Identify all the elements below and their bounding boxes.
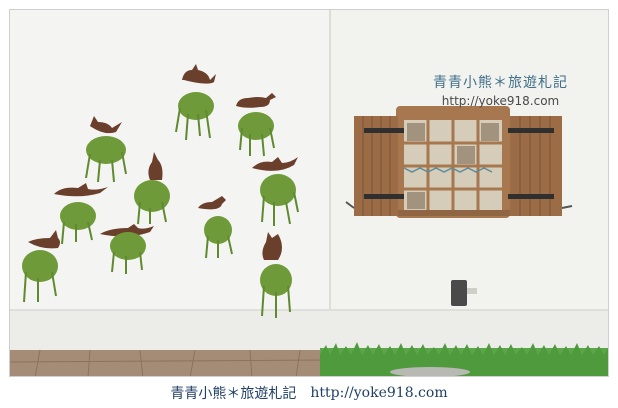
watermark-title: 青青小熊＊旅遊札記 xyxy=(433,75,568,91)
photo-frame: 青青小熊＊旅遊札記 http://yoke918.com 青青小熊＊旅遊札記 h… xyxy=(0,0,618,408)
footer-title: 青青小熊＊旅遊札記 xyxy=(170,386,297,402)
wall-lamp xyxy=(451,280,467,306)
footer-url[interactable]: http://yoke918.com xyxy=(310,385,447,401)
wall-scene-illustration xyxy=(10,10,608,376)
footer-caption: 青青小熊＊旅遊札記 http://yoke918.com xyxy=(0,378,618,408)
watermark-url: http://yoke918.com xyxy=(441,94,560,108)
watermark: 青青小熊＊旅遊札記 http://yoke918.com xyxy=(433,72,568,108)
window-with-shutters xyxy=(345,106,573,218)
window-sill xyxy=(392,210,514,216)
photo: 青青小熊＊旅遊札記 http://yoke918.com xyxy=(9,9,609,377)
wall-baseboard xyxy=(10,310,608,350)
wooden-deck xyxy=(10,349,331,376)
